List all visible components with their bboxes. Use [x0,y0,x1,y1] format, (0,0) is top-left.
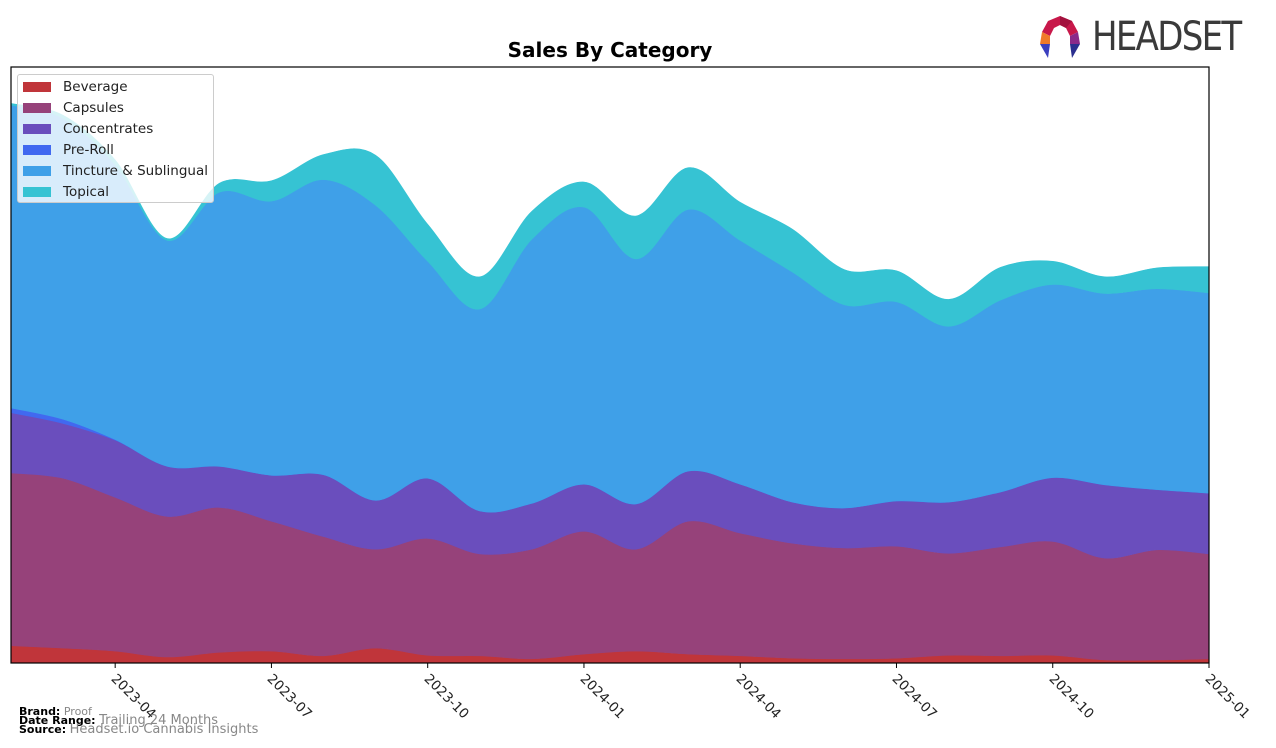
legend-item-capsules: Capsules [23,99,124,117]
headset-logo-text: HEADSET [1092,14,1242,60]
chart-title: Sales By Category [507,38,713,62]
footer-source-value: Headset.io Cannabis Insights [69,722,259,737]
legend: Beverage Capsules Concentrates Pre-Roll … [17,74,214,203]
footer-source: Source: Headset.io Cannabis Insights [19,722,259,737]
legend-swatch-concentrates [23,124,51,134]
legend-label-beverage: Beverage [63,79,128,95]
legend-item-tincture-sublingual: Tincture & Sublingual [23,162,208,180]
x-axis-ticks [114,663,1210,668]
legend-swatch-beverage [23,82,51,92]
headset-logo: HEADSET [1036,14,1267,60]
headset-logo-icon [1040,16,1080,58]
legend-swatch-tincture-sublingual [23,166,51,176]
legend-label-topical: Topical [63,184,109,200]
legend-swatch-pre-roll [23,145,51,155]
legend-item-topical: Topical [23,183,109,201]
legend-item-pre-roll: Pre-Roll [23,141,114,159]
legend-swatch-capsules [23,103,51,113]
legend-label-tincture-sublingual: Tincture & Sublingual [63,163,208,179]
footer-source-label: Source: [19,723,67,736]
legend-label-capsules: Capsules [63,100,124,116]
legend-swatch-topical [23,187,51,197]
legend-label-pre-roll: Pre-Roll [63,142,114,158]
legend-label-concentrates: Concentrates [63,121,154,137]
legend-item-concentrates: Concentrates [23,120,153,138]
legend-item-beverage: Beverage [23,78,128,96]
